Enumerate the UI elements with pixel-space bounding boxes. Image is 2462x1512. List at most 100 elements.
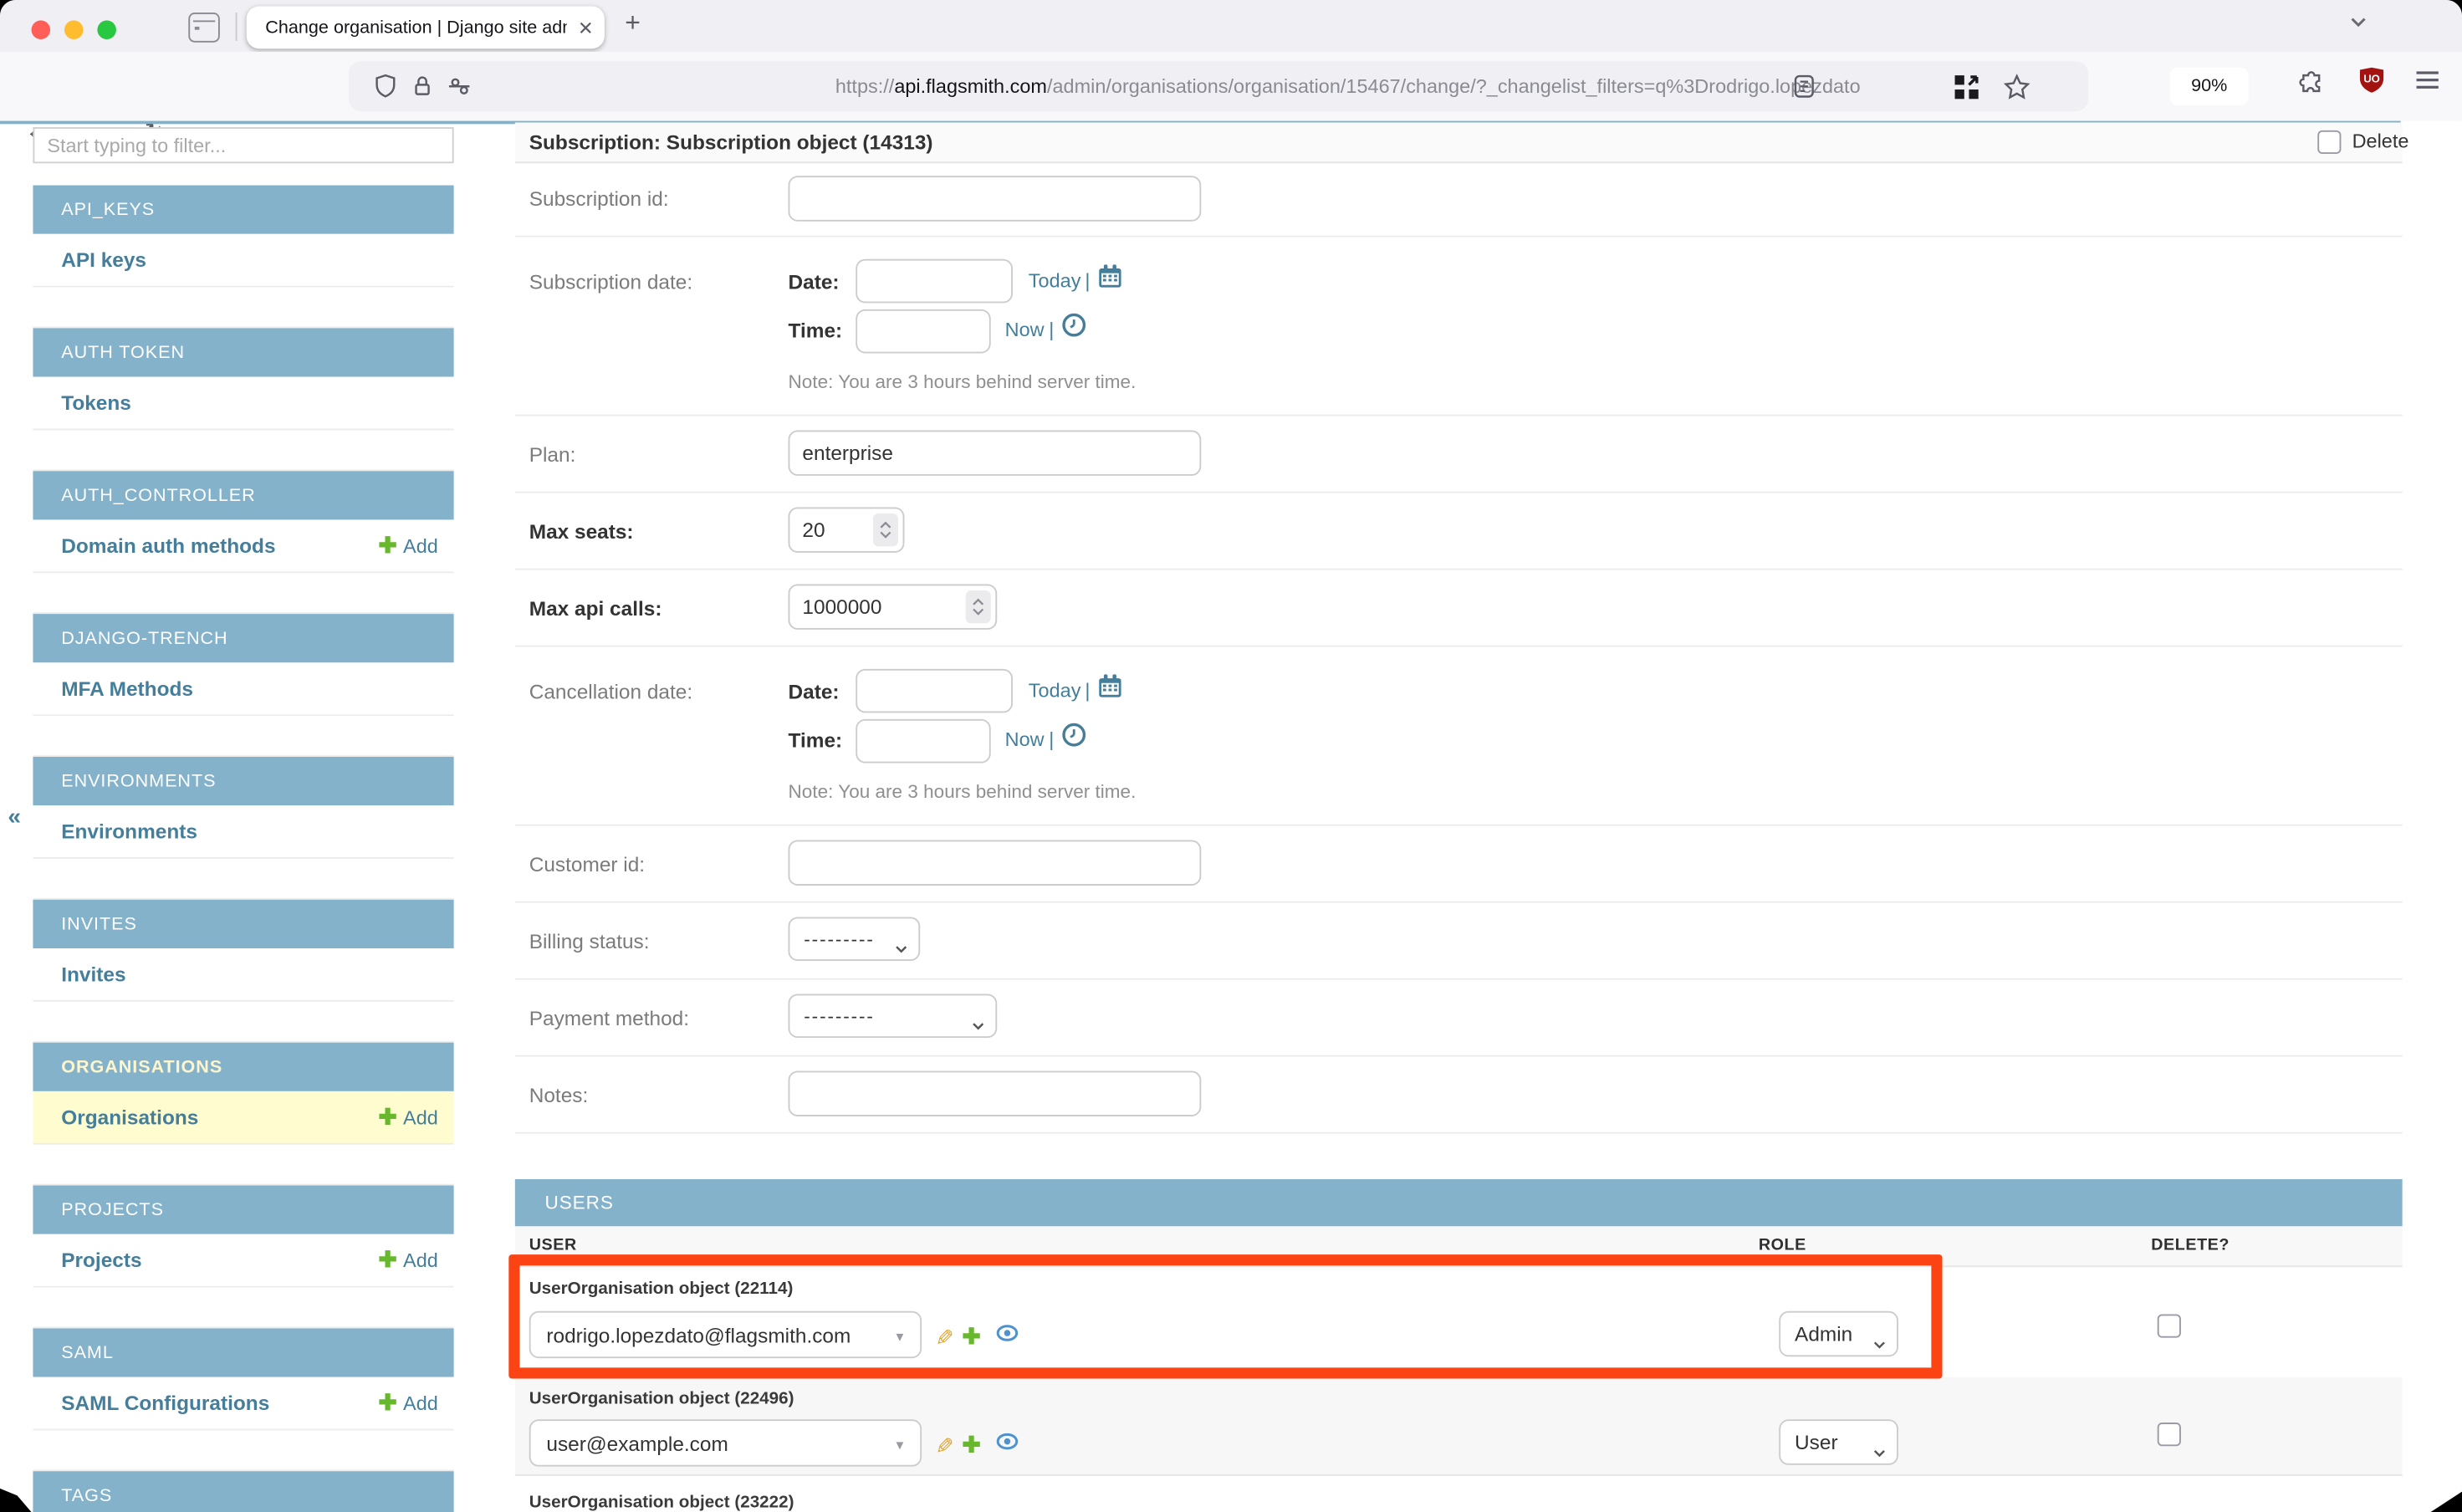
ublock-origin-icon[interactable]: UO (2358, 66, 2385, 100)
user-select-22114[interactable]: rodrigo.lopezdato@flagsmith.com ▼ (529, 1311, 922, 1358)
clock-icon[interactable] (1061, 723, 1086, 755)
billing-status-select[interactable]: --------- (789, 917, 921, 961)
billing-status-label: Billing status: (529, 930, 650, 953)
chevron-down-icon (1873, 1438, 1886, 1462)
sidebar-collapse-icon[interactable]: « (8, 804, 21, 830)
max-seats-label: Max seats: (529, 519, 634, 543)
section-spacer (33, 1288, 453, 1329)
today-link[interactable]: Today (1029, 680, 1081, 702)
today-link[interactable]: Today (1029, 270, 1081, 292)
customer-id-input[interactable] (789, 840, 1202, 885)
sidebar-item-api-keys[interactable]: API keys (33, 234, 453, 288)
delete-subscription-checkbox[interactable] (2317, 130, 2341, 154)
view-eye-icon[interactable] (996, 1322, 1019, 1351)
users-section-header: USERS (515, 1179, 2403, 1226)
permissions-icon[interactable] (447, 74, 474, 106)
plan-input[interactable] (789, 430, 1202, 475)
extension-grid-icon[interactable] (1954, 74, 1980, 108)
clock-icon[interactable] (1061, 313, 1086, 345)
sidebar-item-organisations[interactable]: Organisations ✚Add (33, 1091, 453, 1145)
browser-tab[interactable]: Change organisation | Django site adm ✕ (247, 7, 605, 49)
mouse-cursor-fragment (0, 1489, 32, 1512)
section-header: AUTH_CONTROLLER (33, 471, 453, 519)
tab-close-icon[interactable]: ✕ (567, 17, 605, 38)
add-link[interactable]: ✚Add (379, 1104, 438, 1131)
field-row-subscription-date: Subscription date: Date: Today | Time: N… (515, 236, 2403, 416)
subscription-date-time-input[interactable] (856, 309, 990, 354)
date-label: Date: (789, 270, 840, 294)
sidebar-item-mfa-methods[interactable]: MFA Methods (33, 662, 453, 716)
admin-sidebar: API_KEYS API keys AUTH TOKEN Tokens AUTH… (33, 127, 453, 1512)
tracking-protection-shield-icon[interactable] (374, 74, 397, 106)
user-select-22496[interactable]: user@example.com ▼ (529, 1419, 922, 1466)
add-related-icon[interactable]: ✚ (962, 1431, 980, 1458)
notes-input[interactable] (789, 1070, 1202, 1116)
sidebar-item-saml-configurations[interactable]: SAML Configurations ✚Add (33, 1377, 453, 1431)
user-organisation-object-label: UserOrganisation object (22114) (529, 1280, 794, 1299)
column-role: ROLE (1759, 1236, 1806, 1255)
sidebar-toggle-icon[interactable] (188, 13, 220, 43)
subscription-date-label: Subscription date: (529, 270, 692, 294)
separator: | (1085, 680, 1090, 702)
field-row-billing-status: Billing status: --------- (515, 902, 2403, 980)
minimize-window-button[interactable] (64, 20, 84, 39)
extensions-puzzle-icon[interactable] (2299, 66, 2326, 99)
number-stepper[interactable] (966, 590, 991, 623)
subscription-date-date-input[interactable] (856, 259, 1013, 304)
time-label: Time: (789, 319, 843, 342)
menu-hamburger-icon[interactable] (2415, 69, 2440, 98)
sidebar-filter-input[interactable] (33, 127, 453, 163)
sidebar-item-invites[interactable]: Invites (33, 948, 453, 1002)
role-select-22114[interactable]: Admin (1779, 1311, 1898, 1356)
lock-icon[interactable] (411, 74, 433, 106)
max-api-calls-input[interactable]: 1000000 (789, 584, 998, 629)
cancellation-date-date-input[interactable] (856, 669, 1013, 713)
notes-label: Notes: (529, 1084, 589, 1107)
section-spacer (33, 430, 453, 471)
close-window-button[interactable] (32, 20, 51, 39)
list-tabs-chevron-icon[interactable] (2347, 11, 2369, 41)
field-row-subscription-id: Subscription id: (515, 161, 2403, 237)
add-link[interactable]: ✚Add (379, 1390, 438, 1417)
time-label: Time: (789, 728, 843, 752)
reader-mode-icon[interactable] (1793, 74, 1815, 106)
sidebar-item-projects[interactable]: Projects ✚Add (33, 1234, 453, 1288)
sidebar-item-tokens[interactable]: Tokens (33, 377, 453, 431)
sidebar-item-domain-auth-methods[interactable]: Domain auth methods ✚Add (33, 519, 453, 573)
now-link[interactable]: Now (1005, 319, 1045, 340)
sidebar-section-auth-controller: AUTH_CONTROLLER Domain auth methods ✚Add (33, 471, 453, 614)
sidebar-section-organisations: ORGANISATIONS Organisations ✚Add (33, 1043, 453, 1186)
edit-pencil-icon[interactable]: ✎ (930, 1435, 957, 1453)
maximize-window-button[interactable] (97, 20, 116, 39)
max-seats-input[interactable]: 20 (789, 507, 905, 552)
sidebar-item-environments[interactable]: Environments (33, 805, 453, 859)
add-related-icon[interactable]: ✚ (962, 1323, 980, 1350)
bookmark-star-icon[interactable] (2004, 74, 2030, 108)
zoom-level-button[interactable]: 90% (2170, 68, 2249, 105)
payment-method-select[interactable]: --------- (789, 994, 998, 1038)
delete-user-checkbox[interactable] (2158, 1315, 2181, 1338)
calendar-icon[interactable] (1097, 673, 1122, 706)
field-row-max-seats: Max seats: 20 (515, 492, 2403, 570)
section-spacer (33, 288, 453, 329)
cancellation-date-time-input[interactable] (856, 719, 990, 764)
sidebar-section-saml: SAML SAML Configurations ✚Add (33, 1328, 453, 1471)
section-spacer (33, 716, 453, 757)
url-bar[interactable]: https://api.flagsmith.com/admin/organisa… (349, 61, 2088, 111)
subscription-id-input[interactable] (789, 176, 1202, 221)
new-tab-button[interactable]: + (625, 8, 641, 39)
add-link[interactable]: ✚Add (379, 1247, 438, 1274)
view-eye-icon[interactable] (996, 1430, 1019, 1458)
delete-user-checkbox[interactable] (2158, 1423, 2181, 1446)
subscription-object-title: Subscription: Subscription object (14313… (529, 130, 933, 154)
number-stepper[interactable] (873, 513, 898, 546)
add-link[interactable]: ✚Add (379, 532, 438, 559)
role-select-22496[interactable]: User (1779, 1419, 1898, 1464)
edit-pencil-icon[interactable]: ✎ (930, 1327, 957, 1346)
user-row-22114: UserOrganisation object (22114) rodrigo.… (515, 1265, 2403, 1377)
divider (236, 13, 238, 41)
dropdown-arrow-icon: ▼ (893, 1438, 906, 1453)
chevron-down-icon (895, 936, 907, 958)
now-link[interactable]: Now (1005, 728, 1045, 750)
calendar-icon[interactable] (1097, 263, 1122, 296)
